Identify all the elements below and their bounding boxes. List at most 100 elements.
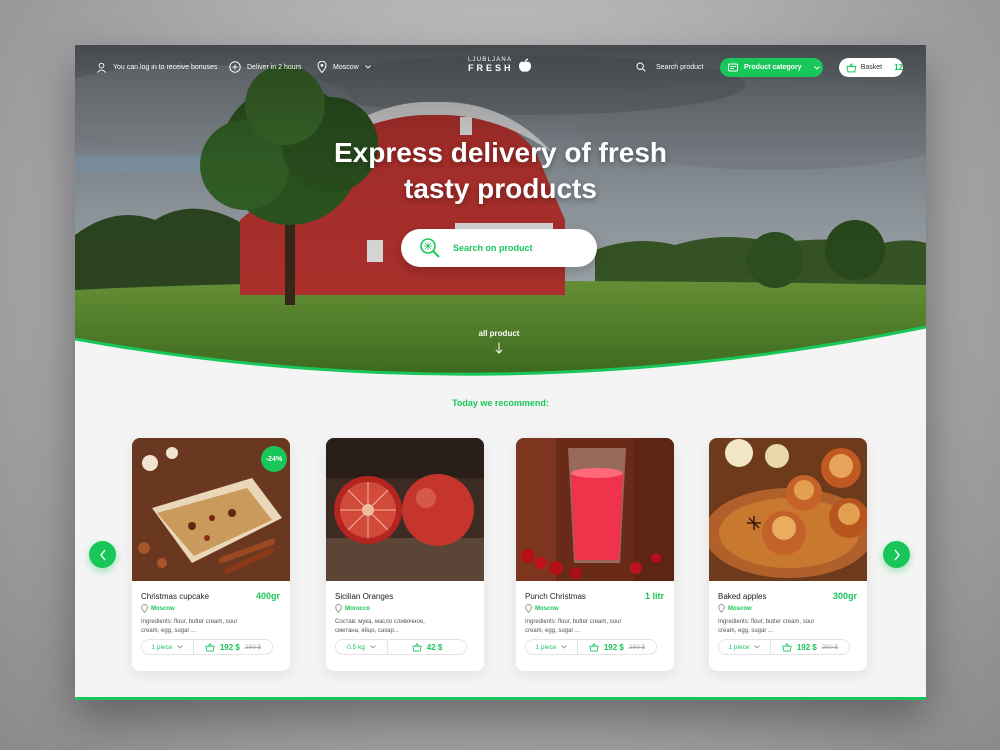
amount-selector[interactable]: 1 piece: [719, 640, 771, 654]
amount-value: 1 piece: [151, 643, 173, 651]
amount-value: 1 piece: [535, 643, 557, 651]
product-category-label: Product category: [744, 64, 802, 71]
amount-value: 1 piece: [728, 643, 750, 651]
location-pin-icon: [317, 61, 327, 73]
basket-label: Basket: [860, 64, 883, 71]
add-to-basket-button[interactable]: 42 $: [388, 642, 466, 652]
product-name: Punch Christmas: [525, 592, 586, 601]
product-card[interactable]: Punch Christmas 1 litr Moscow Ingredient…: [516, 438, 674, 671]
amount-selector[interactable]: 1 piece: [142, 640, 194, 654]
origin-label: Moscow: [151, 605, 175, 612]
logo-line2: FRESH: [468, 63, 514, 73]
arrow-down-icon: [495, 342, 503, 354]
product-origin: Morocco: [335, 604, 370, 613]
chevron-down-icon: [177, 645, 184, 649]
top-navigation-bar: You can log in to receive bonuses Delive…: [75, 45, 926, 91]
carousel-prev-button[interactable]: [89, 541, 116, 568]
header-search[interactable]: Search product: [636, 59, 703, 75]
price-current: 42 $: [426, 642, 443, 652]
product-name: Sicilian Oranges: [335, 592, 394, 601]
basket-icon: [589, 642, 599, 652]
product-image-baked-apples: [709, 438, 867, 581]
product-ingredients: Ingredients: flour, butter cream, sour c…: [525, 619, 622, 634]
price-current: 192 $: [603, 642, 624, 652]
recommend-title: Today we recommend:: [452, 398, 549, 408]
price-old: 250 $: [244, 643, 262, 651]
product-weight: 400gr: [255, 591, 280, 601]
origin-label: Moscow: [535, 605, 559, 612]
price-current: 192 $: [796, 642, 817, 652]
amount-value: 0.5 kg: [347, 643, 365, 651]
product-origin: Moscow: [718, 604, 752, 613]
product-origin: Moscow: [525, 604, 559, 613]
all-product-link[interactable]: all product: [449, 329, 549, 354]
product-card[interactable]: -24% Christmas cupcake 400gr Moscow Ingr…: [132, 438, 290, 671]
product-category-button[interactable]: Product category: [720, 58, 823, 77]
brand-logo[interactable]: LJUBLJANA FRESH: [468, 57, 532, 73]
chevron-left-icon: [99, 549, 106, 560]
add-to-basket-button[interactable]: 192 $ 250 $: [194, 642, 272, 652]
product-name: Christmas cupcake: [141, 592, 210, 601]
purchase-controls: 0.5 kg 42 $: [335, 639, 467, 655]
chevron-down-icon: [364, 65, 371, 69]
header-search-label: Search product: [656, 63, 704, 71]
basket-icon: [782, 642, 792, 652]
price-old: 250 $: [628, 643, 646, 651]
product-origin: Moscow: [141, 604, 175, 613]
product-weight: 300gr: [832, 591, 857, 601]
chevron-down-icon: [370, 645, 376, 649]
origin-label: Morocco: [345, 605, 371, 612]
basket-icon: [846, 62, 857, 72]
purchase-controls: 1 piece 192 $ 250 $: [525, 639, 657, 655]
amount-selector[interactable]: 1 piece: [526, 640, 578, 654]
delivery-info: Deliver in 2 hours: [229, 59, 301, 75]
location-pin-icon: [141, 604, 148, 613]
chevron-down-icon: [754, 645, 761, 649]
basket-count: 12: [894, 63, 903, 72]
hero-title-line2: tasty products: [404, 173, 597, 204]
product-image-sicilian-oranges: [326, 438, 484, 581]
all-product-label: all product: [478, 329, 520, 338]
chevron-down-icon: [813, 65, 820, 70]
city-selector[interactable]: Moscow: [317, 59, 371, 75]
product-volume: 1 litr: [644, 591, 664, 601]
purchase-controls: 1 piece 192 $ 250 $: [718, 639, 850, 655]
chevron-down-icon: [561, 645, 568, 649]
apple-icon: [518, 57, 531, 72]
basket-button[interactable]: Basket 12: [839, 58, 903, 77]
discount-badge: -24%: [261, 446, 287, 472]
category-icon: [728, 63, 738, 72]
login-text: You can log in to receive bonuses: [113, 63, 218, 71]
product-ingredients: Состав: мука, масло сливочное, сметана, …: [335, 619, 425, 634]
location-pin-icon: [335, 604, 342, 613]
purchase-controls: 1 piece 192 $ 250 $: [141, 639, 273, 655]
location-pin-icon: [525, 604, 532, 613]
add-to-basket-button[interactable]: 192 $ 250 $: [771, 642, 849, 652]
price-old: 250 $: [821, 643, 839, 651]
city-label: Moscow: [333, 63, 359, 71]
product-ingredients: Ingredients: flour, butter cream, sour c…: [141, 619, 238, 634]
product-image-punch-christmas: [516, 438, 674, 581]
basket-icon: [412, 642, 422, 652]
carousel-next-button[interactable]: [883, 541, 910, 568]
product-card[interactable]: Baked apples 300gr Moscow Ingredients: f…: [709, 438, 867, 671]
login-link[interactable]: You can log in to receive bonuses: [96, 59, 217, 75]
basket-icon: [205, 642, 215, 652]
location-pin-icon: [718, 604, 725, 613]
price-current: 192 $: [219, 642, 240, 652]
hero-search-button[interactable]: Search on product: [401, 229, 597, 267]
search-icon: [636, 62, 646, 72]
plus-circle-icon: [229, 61, 241, 73]
user-icon: [97, 62, 106, 73]
origin-label: Moscow: [728, 605, 752, 612]
amount-selector[interactable]: 0.5 kg: [336, 640, 388, 654]
delivery-text: Deliver in 2 hours: [247, 63, 302, 71]
hero-title: Express delivery of fresh tasty products: [75, 135, 926, 207]
hero-title-line1: Express delivery of fresh: [333, 137, 668, 168]
product-ingredients: Ingredients: flour, butter cream, sour c…: [718, 619, 815, 634]
hero-search-label: Search on product: [453, 243, 533, 253]
product-card[interactable]: Sicilian Oranges Morocco Состав: мука, м…: [326, 438, 484, 671]
landing-page: You can log in to receive bonuses Delive…: [75, 45, 926, 700]
add-to-basket-button[interactable]: 192 $ 250 $: [578, 642, 656, 652]
product-name: Baked apples: [718, 592, 767, 601]
